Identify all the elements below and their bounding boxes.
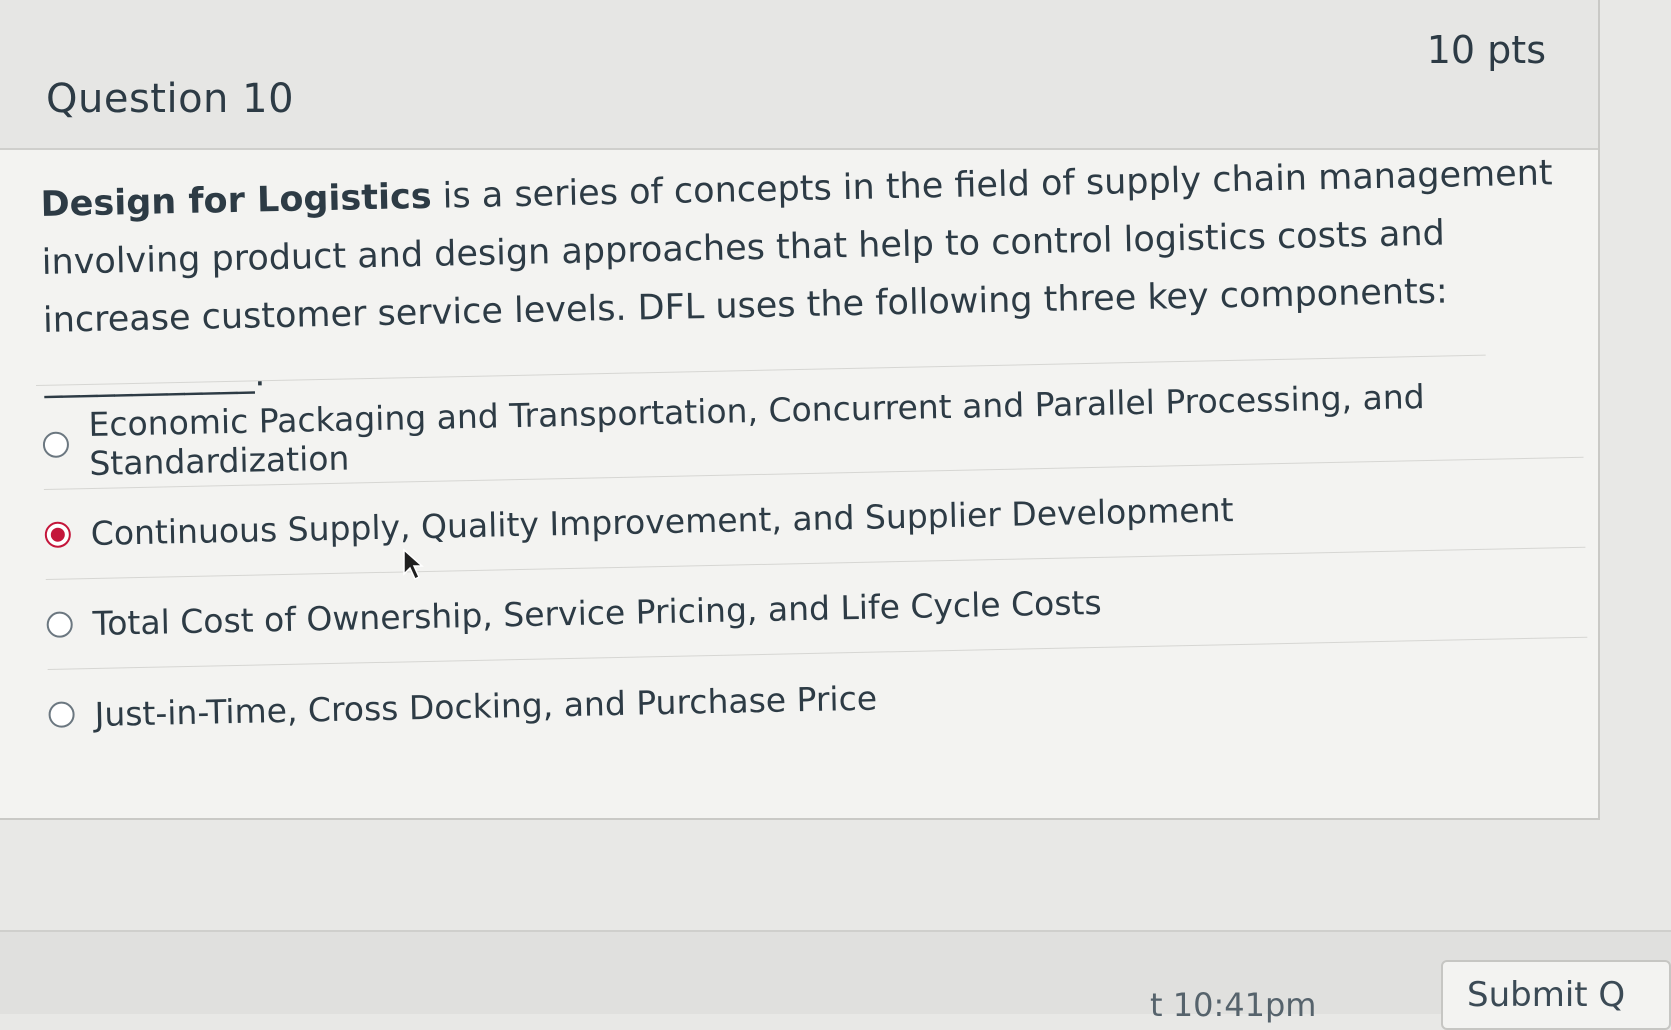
- answer-label-3[interactable]: Total Cost of Ownership, Service Pricing…: [92, 583, 1102, 643]
- question-title: Question 10: [46, 76, 295, 122]
- question-points: 10 pts: [1426, 28, 1546, 72]
- question-header: Question 10 10 pts: [0, 0, 1598, 150]
- question-card: Question 10 10 pts Design for Logistics …: [0, 0, 1600, 820]
- saved-time: t 10:41pm: [1150, 986, 1317, 1024]
- answer-list: Economic Packaging and Transportation, C…: [42, 367, 1589, 760]
- footer-bar: [0, 930, 1671, 1014]
- radio-button-4[interactable]: [48, 701, 75, 728]
- radio-button-1[interactable]: [42, 430, 70, 458]
- radio-button-2[interactable]: [44, 520, 72, 548]
- question-text-strong: Design for Logistics: [40, 176, 432, 225]
- submit-quiz-button[interactable]: Submit Q: [1441, 960, 1671, 1030]
- answer-label-4[interactable]: Just-in-Time, Cross Docking, and Purchas…: [94, 678, 877, 733]
- answer-label-2[interactable]: Continuous Supply, Quality Improvement, …: [90, 490, 1233, 553]
- mouse-pointer-icon: [403, 548, 424, 581]
- radio-button-3[interactable]: [46, 610, 73, 638]
